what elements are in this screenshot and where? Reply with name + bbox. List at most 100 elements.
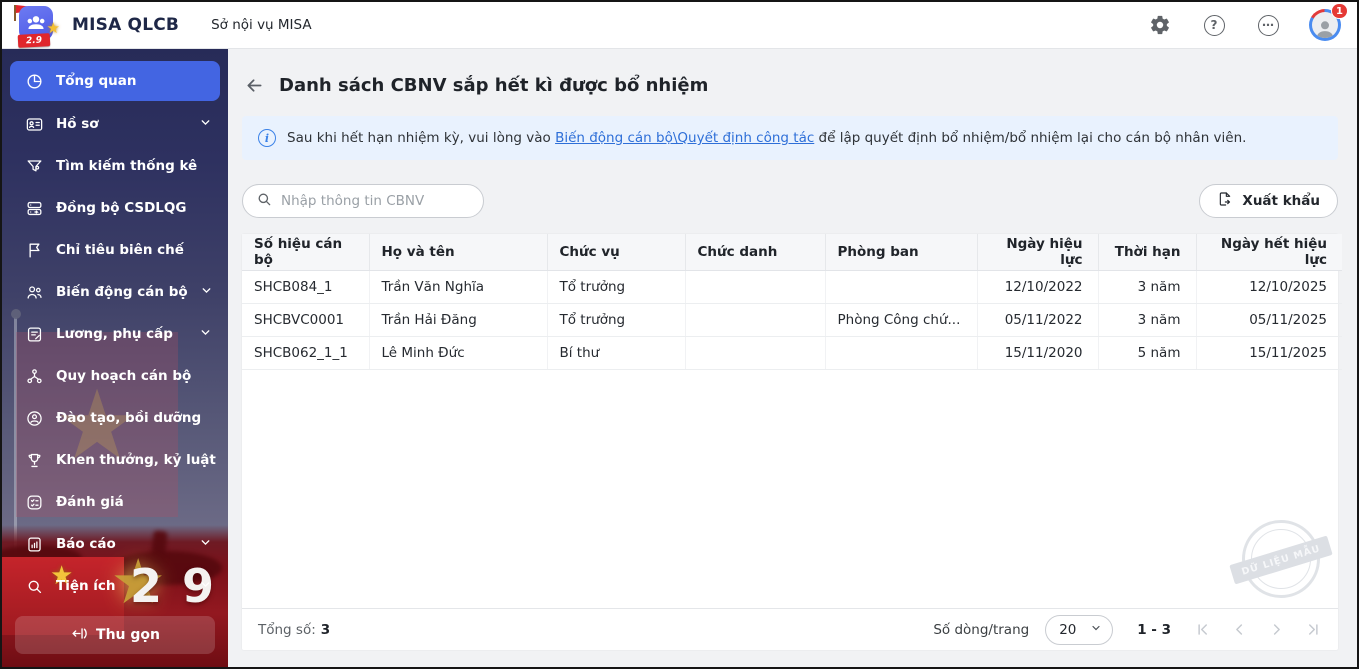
more-glyph: ⋯ — [1258, 15, 1279, 36]
banner-text: Sau khi hết hạn nhiệm kỳ, vui lòng vào B… — [287, 130, 1246, 146]
next-page-button[interactable] — [1267, 621, 1285, 639]
cell-thoi-han: 3 năm — [1098, 303, 1196, 336]
banner-link[interactable]: Biến động cán bộ\Quyết định công tác — [555, 130, 814, 146]
last-page-button[interactable] — [1304, 621, 1322, 639]
page-header: Danh sách CBNV sắp hết kì được bổ nhiệm — [242, 71, 1338, 99]
data-table-card: Số hiệu cán bộ Họ và tên Chức vụ Chức da… — [242, 234, 1338, 650]
help-icon[interactable]: ? — [1201, 12, 1227, 38]
page-size-select[interactable]: 20 — [1045, 615, 1113, 645]
cell-chuc-vu: Tổ trưởng — [547, 270, 685, 303]
table-row[interactable]: SHCB062_1_1 Lê Minh Đức Bí thư 15/11/202… — [242, 336, 1342, 369]
sidebar-item-label: Đào tạo, bồi dưỡng — [56, 410, 201, 426]
chevron-down-icon — [199, 116, 212, 133]
col-header-chuc-vu: Chức vụ — [547, 234, 685, 270]
first-page-button[interactable] — [1193, 621, 1211, 639]
col-header-chuc-danh: Chức danh — [685, 234, 825, 270]
cell-thoi-han: 3 năm — [1098, 270, 1196, 303]
sidebar-item-label: Biến động cán bộ — [56, 284, 188, 300]
id-card-icon — [24, 114, 44, 134]
collapse-sidebar-button[interactable]: Thu gọn — [15, 616, 215, 654]
export-button[interactable]: Xuất khẩu — [1199, 184, 1338, 218]
organization-name: Sở nội vụ MISA — [211, 17, 312, 33]
collapse-icon — [70, 625, 87, 646]
chevron-down-icon — [1090, 622, 1102, 638]
sidebar-item-label: Khen thưởng, kỷ luật — [56, 452, 216, 468]
info-icon: i — [258, 129, 276, 147]
cell-chuc-vu: Bí thư — [547, 336, 685, 369]
sidebar-item-bao-cao[interactable]: Báo cáo — [2, 523, 228, 565]
search-box — [242, 184, 484, 218]
sidebar-item-quy-hoach-can-bo[interactable]: Quy hoạch cán bộ — [2, 355, 228, 397]
col-header-phong-ban: Phòng ban — [825, 234, 977, 270]
settings-gear-icon[interactable] — [1147, 12, 1173, 38]
collapse-label: Thu gọn — [96, 627, 160, 643]
sidebar-item-dong-bo-csdlqg[interactable]: Đồng bộ CSDLQG — [2, 187, 228, 229]
org-chart-icon — [24, 366, 44, 386]
cell-ho-ten: Trần Văn Nghĩa — [369, 270, 547, 303]
app-window: ★ 2.9 MISA QLCB Sở nội vụ MISA ? ⋯ 1 — [0, 0, 1359, 669]
sidebar-item-luong-phu-cap[interactable]: Lương, phụ cấp — [2, 313, 228, 355]
sidebar-item-label: Đồng bộ CSDLQG — [56, 200, 186, 216]
back-arrow-icon[interactable] — [242, 73, 266, 97]
cell-ho-ten: Lê Minh Đức — [369, 336, 547, 369]
page-size-label: Số dòng/trang — [933, 622, 1029, 638]
chevron-down-icon — [199, 326, 212, 343]
cell-ngay-het-hieu-luc: 05/11/2025 — [1196, 303, 1342, 336]
sidebar-item-chi-tieu-bien-che[interactable]: Chỉ tiêu biên chế — [2, 229, 228, 271]
total-value: 3 — [321, 622, 330, 638]
cell-ngay-hieu-luc: 12/10/2022 — [977, 270, 1098, 303]
flag-icon — [24, 240, 44, 260]
cell-ngay-hieu-luc: 15/11/2020 — [977, 336, 1098, 369]
sidebar-item-label: Tiện ích — [56, 578, 116, 594]
app-title: MISA QLCB — [72, 15, 179, 35]
magnifier-icon — [24, 576, 44, 596]
export-label: Xuất khẩu — [1242, 193, 1320, 209]
sidebar-item-label: Chỉ tiêu biên chế — [56, 242, 184, 258]
database-sync-icon — [24, 198, 44, 218]
cell-chuc-vu: Tổ trưởng — [547, 303, 685, 336]
trophy-icon — [24, 450, 44, 470]
page-title: Danh sách CBNV sắp hết kì được bổ nhiệm — [279, 75, 708, 96]
sidebar-item-label: Hồ sơ — [56, 116, 99, 132]
sidebar-item-label: Báo cáo — [56, 536, 116, 552]
help-glyph: ? — [1204, 15, 1225, 36]
user-avatar[interactable]: 1 — [1309, 9, 1341, 41]
banner-text-before: Sau khi hết hạn nhiệm kỳ, vui lòng vào — [287, 130, 555, 146]
col-header-ngay-het-hieu-luc: Ngày hết hiệu lực — [1196, 234, 1342, 270]
sidebar-item-tong-quan[interactable]: Tổng quan — [10, 61, 220, 101]
previous-page-button[interactable] — [1230, 621, 1248, 639]
app-logo: ★ 2.9 — [12, 3, 58, 47]
cell-phong-ban — [825, 336, 977, 369]
table-row[interactable]: SHCBVC0001 Trần Hải Đăng Tổ trưởng Phòng… — [242, 303, 1342, 336]
search-input[interactable] — [281, 193, 470, 209]
sidebar-item-danh-gia[interactable]: Đánh giá — [2, 481, 228, 523]
sidebar-item-label: Tìm kiếm thống kê — [56, 158, 197, 174]
col-header-thoi-han: Thời hạn — [1098, 234, 1196, 270]
sidebar-item-tim-kiem-thong-ke[interactable]: Tìm kiếm thống kê — [2, 145, 228, 187]
person-badge-icon — [24, 408, 44, 428]
sidebar-item-tien-ich[interactable]: Tiện ích — [2, 565, 228, 607]
table-header-row: Số hiệu cán bộ Họ và tên Chức vụ Chức da… — [242, 234, 1342, 270]
sidebar-item-khen-thuong-ky-luat[interactable]: Khen thưởng, kỷ luật — [2, 439, 228, 481]
people-change-icon — [24, 282, 44, 302]
sidebar-item-dao-tao-boi-duong[interactable]: Đào tạo, bồi dưỡng — [2, 397, 228, 439]
cell-chuc-danh — [685, 303, 825, 336]
sidebar-item-bien-dong-can-bo[interactable]: Biến động cán bộ — [2, 271, 228, 313]
search-icon — [256, 191, 272, 211]
chevron-down-icon — [199, 536, 212, 553]
sidebar-item-ho-so[interactable]: Hồ sơ — [2, 103, 228, 145]
top-header-bar: ★ 2.9 MISA QLCB Sở nội vụ MISA ? ⋯ 1 — [2, 2, 1357, 49]
cell-ngay-het-hieu-luc: 12/10/2025 — [1196, 270, 1342, 303]
sidebar-item-label: Tổng quan — [56, 73, 136, 89]
more-options-icon[interactable]: ⋯ — [1255, 12, 1281, 38]
cell-thoi-han: 5 năm — [1098, 336, 1196, 369]
sample-data-watermark: DỮ LIỆU MẪU — [1238, 516, 1324, 602]
pager-buttons — [1193, 621, 1322, 639]
table-row[interactable]: SHCB084_1 Trần Văn Nghĩa Tổ trưởng 12/10… — [242, 270, 1342, 303]
cell-phong-ban: Phòng Công chứ... — [825, 303, 977, 336]
col-header-so-hieu: Số hiệu cán bộ — [242, 234, 369, 270]
sidebar-nav: ★ Tổng quan Hồ sơ — [2, 49, 228, 667]
logo-version-badge: 2.9 — [18, 33, 51, 48]
export-file-icon — [1217, 191, 1233, 211]
col-header-ngay-hieu-luc: Ngày hiệu lực — [977, 234, 1098, 270]
